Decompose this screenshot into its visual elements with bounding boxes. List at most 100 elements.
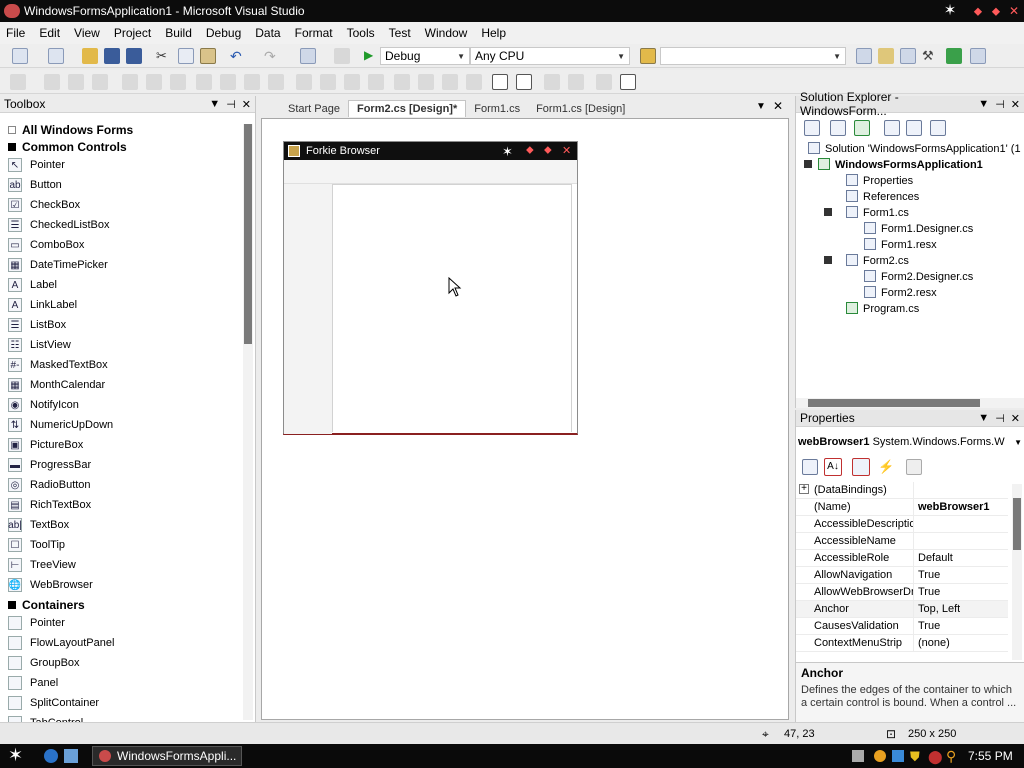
properties-scrollbar[interactable] bbox=[1012, 484, 1022, 660]
platform-select[interactable]: Any CPU ▼ bbox=[470, 47, 630, 65]
toolbox-item-checkedlistbox[interactable]: ☰ CheckedListBox bbox=[0, 215, 255, 235]
properties-close-icon[interactable]: ✕ bbox=[1011, 412, 1020, 425]
toolbox-item-radiobutton[interactable]: ◎ RadioButton bbox=[0, 475, 255, 495]
toolbox-item-groupbox[interactable]: GroupBox bbox=[0, 653, 255, 673]
toolbox-item-linklabel[interactable]: A LinkLabel bbox=[0, 295, 255, 315]
center-vertically-icon[interactable] bbox=[516, 74, 532, 90]
toolbox-item-monthcalendar[interactable]: ▦ MonthCalendar bbox=[0, 375, 255, 395]
navigate-icon[interactable] bbox=[300, 48, 316, 64]
menu-tools[interactable]: Tools bbox=[347, 26, 375, 40]
property-row[interactable]: Anchor Top, Left bbox=[796, 601, 1008, 618]
menu-view[interactable]: View bbox=[74, 26, 100, 40]
close-button[interactable]: ✕ bbox=[1006, 3, 1022, 19]
tab-list-dropdown-icon[interactable]: ▼ bbox=[756, 101, 766, 112]
dropdown-icon[interactable]: ▼ bbox=[978, 412, 989, 425]
pin-icon[interactable]: ⊣ bbox=[995, 412, 1005, 425]
alert-icon[interactable]: ⬤ bbox=[928, 749, 943, 765]
minimize-button[interactable]: ⬥ bbox=[970, 3, 986, 19]
start-page-icon[interactable] bbox=[946, 48, 962, 64]
pin-icon[interactable]: ⊣ bbox=[995, 98, 1005, 111]
property-value[interactable]: Top, Left bbox=[914, 601, 960, 617]
shield-icon[interactable]: ⛊ bbox=[910, 749, 920, 765]
find-in-files-icon[interactable] bbox=[640, 48, 656, 64]
events-icon[interactable]: ⚡ bbox=[878, 459, 894, 475]
menu-project[interactable]: Project bbox=[114, 26, 151, 40]
menu-help[interactable]: Help bbox=[481, 26, 506, 40]
redo-icon[interactable]: ↷ bbox=[264, 48, 280, 64]
toolbox-item-tooltip[interactable]: ☐ ToolTip bbox=[0, 535, 255, 555]
menu-build[interactable]: Build bbox=[165, 26, 192, 40]
toolbox-item-pointer[interactable]: Pointer bbox=[0, 613, 255, 633]
start-debug-icon[interactable]: ▶ bbox=[364, 48, 380, 64]
property-row[interactable]: (Name) webBrowser1 bbox=[796, 499, 1008, 516]
scrollbar-thumb[interactable] bbox=[808, 399, 980, 407]
menu-edit[interactable]: Edit bbox=[39, 26, 60, 40]
property-row[interactable]: (DataBindings) bbox=[796, 482, 1008, 499]
menu-file[interactable]: File bbox=[6, 26, 25, 40]
toolbox-item-flowlayoutpanel[interactable]: FlowLayoutPanel bbox=[0, 633, 255, 653]
property-row[interactable]: AllowWebBrowserDropTrue bbox=[796, 584, 1008, 601]
tab-start-page[interactable]: Start Page bbox=[280, 101, 348, 117]
menu-data[interactable]: Data bbox=[255, 26, 280, 40]
property-value[interactable] bbox=[914, 516, 918, 532]
close-tab-icon[interactable]: ✕ bbox=[773, 99, 783, 113]
tree-item-form1-resx[interactable]: Form1.resx bbox=[864, 238, 937, 251]
toolbox-item-webbrowser[interactable]: 🌐 WebBrowser bbox=[0, 575, 255, 595]
toolbox-item-combobox[interactable]: ▭ ComboBox bbox=[0, 235, 255, 255]
vs-launch-icon[interactable] bbox=[64, 749, 78, 763]
property-row[interactable]: AccessibleRole Default bbox=[796, 550, 1008, 567]
toolbox-category-all[interactable]: All Windows Forms bbox=[0, 121, 255, 138]
toolbox-close-icon[interactable]: ✕ bbox=[242, 98, 251, 111]
view-code-icon[interactable] bbox=[884, 120, 900, 136]
scrollbar-thumb[interactable] bbox=[1013, 498, 1021, 550]
pin-icon[interactable]: ⊣ bbox=[226, 98, 236, 111]
property-value[interactable]: True bbox=[914, 584, 940, 600]
show-all-files-icon[interactable] bbox=[830, 120, 846, 136]
property-row[interactable]: AccessibleName bbox=[796, 533, 1008, 550]
expand-icon[interactable]: + bbox=[799, 484, 809, 494]
menu-format[interactable]: Format bbox=[295, 26, 333, 40]
tree-item-references[interactable]: References bbox=[846, 190, 919, 203]
properties-icon[interactable] bbox=[878, 48, 894, 64]
add-item-icon[interactable] bbox=[48, 48, 64, 64]
toolbox-item-label[interactable]: A Label bbox=[0, 275, 255, 295]
property-row[interactable]: ContextMenuStrip (none) bbox=[796, 635, 1008, 652]
menu-debug[interactable]: Debug bbox=[206, 26, 241, 40]
toolbox-scrollbar[interactable] bbox=[243, 124, 253, 720]
open-folder-icon[interactable] bbox=[82, 48, 98, 64]
property-row[interactable]: AllowNavigation True bbox=[796, 567, 1008, 584]
find-combo[interactable]: ▼ bbox=[660, 47, 846, 65]
tab-order-icon[interactable] bbox=[620, 74, 636, 90]
tree-item-form1-designer[interactable]: Form1.Designer.cs bbox=[864, 222, 973, 235]
web-browser-control[interactable] bbox=[332, 184, 572, 432]
toolbox-category-common[interactable]: Common Controls bbox=[0, 138, 255, 155]
toolbox-item-progressbar[interactable]: ▬ ProgressBar bbox=[0, 455, 255, 475]
taskbar-task-vs[interactable]: WindowsFormsAppli... bbox=[92, 746, 242, 766]
copy-icon[interactable] bbox=[178, 48, 194, 64]
window-icon[interactable] bbox=[970, 48, 986, 64]
tree-item-properties[interactable]: Properties bbox=[846, 174, 913, 187]
solution-explorer-icon[interactable] bbox=[856, 48, 872, 64]
tree-item-form2[interactable]: Form2.cs bbox=[824, 254, 909, 267]
center-horizontally-icon[interactable] bbox=[492, 74, 508, 90]
toolbox-item-numericupdown[interactable]: ⇅ NumericUpDown bbox=[0, 415, 255, 435]
toolbox-item-listview[interactable]: ☷ ListView bbox=[0, 335, 255, 355]
solution-hscrollbar[interactable] bbox=[796, 398, 1024, 408]
toolbox-item-picturebox[interactable]: ▣ PictureBox bbox=[0, 435, 255, 455]
toolbox-item-maskedtextbox[interactable]: #- MaskedTextBox bbox=[0, 355, 255, 375]
property-row[interactable]: CausesValidation True bbox=[796, 618, 1008, 635]
network-icon[interactable] bbox=[892, 750, 904, 762]
form-forkie-browser[interactable]: Forkie Browser ✶ ⬥ ⬥ ✕ bbox=[283, 141, 578, 435]
properties-button-icon[interactable] bbox=[804, 120, 820, 136]
toolbox-item-splitcontainer[interactable]: SplitContainer bbox=[0, 693, 255, 713]
save-icon[interactable] bbox=[104, 48, 120, 64]
browser-icon[interactable] bbox=[44, 749, 58, 763]
solution-close-icon[interactable]: ✕ bbox=[1011, 98, 1020, 111]
tab-form1-cs[interactable]: Form1.cs bbox=[466, 101, 528, 117]
toolbox-tools-icon[interactable]: ⚒ bbox=[922, 48, 938, 64]
paste-icon[interactable] bbox=[200, 48, 216, 64]
properties-view-icon[interactable] bbox=[852, 458, 870, 476]
property-row[interactable]: AccessibleDescription bbox=[796, 516, 1008, 533]
star-icon[interactable]: ✶ bbox=[942, 3, 958, 19]
toolbox-item-notifyicon[interactable]: ◉ NotifyIcon bbox=[0, 395, 255, 415]
